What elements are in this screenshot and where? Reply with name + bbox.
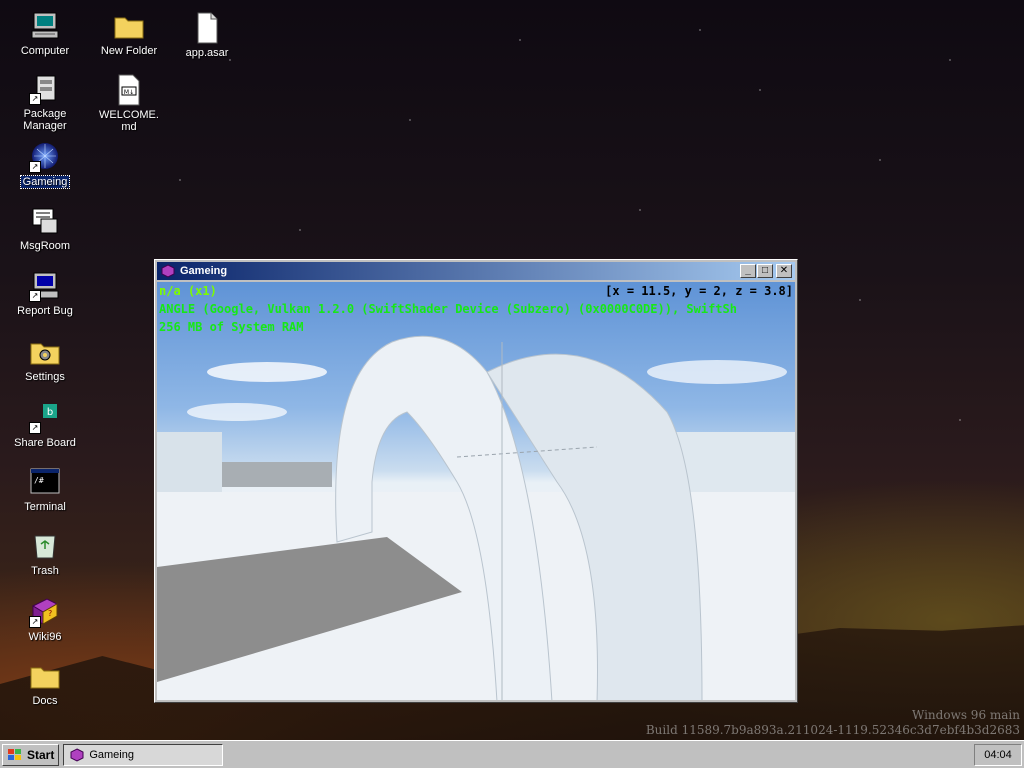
start-button[interactable]: Start xyxy=(2,743,60,766)
desktop-icon-msgroom[interactable]: MsgRoom xyxy=(10,205,80,252)
icon-label: Trash xyxy=(31,565,59,577)
trash-icon xyxy=(29,530,61,562)
desktop-icon-gameing[interactable]: ↗ Gameing xyxy=(10,141,80,189)
desktop-icon-trash[interactable]: Trash xyxy=(10,530,80,577)
icon-label: Computer xyxy=(20,45,70,57)
gameing-window-icon xyxy=(161,264,175,278)
svg-text:b: b xyxy=(47,407,53,418)
icon-label: app.asar xyxy=(185,47,229,59)
package-manager-icon: ↗ xyxy=(29,73,61,105)
share-board-icon: b ↗ xyxy=(29,402,61,434)
hud-coordinates: [x = 11.5, y = 2, z = 3.8] xyxy=(605,284,793,298)
taskbar-item-label: Gameing xyxy=(89,748,134,761)
window-title: Gameing xyxy=(180,265,228,277)
taskbar: Start Gameing 04:04 xyxy=(0,740,1024,768)
icon-label: WELCOME.md xyxy=(99,109,159,133)
shortcut-arrow-icon: ↗ xyxy=(29,161,41,173)
gameing-window[interactable]: Gameing _ □ ✕ n/a (x1) ANGLE (Google, Vu… xyxy=(154,259,798,703)
minimize-button[interactable]: _ xyxy=(740,264,756,278)
desktop-icon-welcome-md[interactable]: M↓ WELCOME.md xyxy=(94,74,164,133)
shortcut-arrow-icon: ↗ xyxy=(29,93,41,105)
desktop-icon-new-folder[interactable]: New Folder xyxy=(94,10,164,57)
build-watermark-line2: Build 11589.7b9a893a.211024-1119.52346c3… xyxy=(645,723,1020,737)
folder-icon xyxy=(29,660,61,692)
icon-label: Wiki96 xyxy=(28,631,62,643)
desktop-icon-package-manager[interactable]: ↗ Package Manager xyxy=(10,73,80,132)
maximize-button[interactable]: □ xyxy=(757,264,773,278)
desktop-icon-settings[interactable]: Settings xyxy=(10,336,80,383)
svg-text:?: ? xyxy=(48,609,52,618)
gameing-icon: ↗ xyxy=(29,141,61,173)
icon-label: New Folder xyxy=(100,45,158,57)
report-bug-icon: ↗ xyxy=(29,270,61,302)
shortcut-arrow-icon: ↗ xyxy=(29,616,41,628)
settings-icon xyxy=(29,336,61,368)
desktop-icon-report-bug[interactable]: ↗ Report Bug xyxy=(10,270,80,317)
markdown-file-icon: M↓ xyxy=(113,74,145,106)
desktop-icon-share-board[interactable]: b ↗ Share Board xyxy=(10,402,80,449)
icon-label: Docs xyxy=(32,695,58,707)
icon-label: Settings xyxy=(25,371,65,383)
icon-label: Package Manager xyxy=(23,108,67,132)
shortcut-arrow-icon: ↗ xyxy=(29,422,41,434)
icon-label: MsgRoom xyxy=(19,240,71,252)
desktop-icon-computer[interactable]: Computer xyxy=(10,10,80,57)
icon-label: Share Board xyxy=(14,437,76,449)
system-tray-clock[interactable]: 04:04 xyxy=(974,743,1022,766)
windows-logo-icon xyxy=(7,747,23,763)
clock-text: 04:04 xyxy=(984,748,1012,761)
svg-text:M↓: M↓ xyxy=(124,89,134,96)
game-scene xyxy=(157,335,795,700)
wiki-icon: ? ↗ xyxy=(29,596,61,628)
hud-gpu-info: ANGLE (Google, Vulkan 1.2.0 (SwiftShader… xyxy=(159,302,737,316)
computer-icon xyxy=(29,10,61,42)
hud-memory: 256 MB of System RAM xyxy=(159,320,304,334)
icon-label: Report Bug xyxy=(17,305,73,317)
game-viewport[interactable]: n/a (x1) ANGLE (Google, Vulkan 1.2.0 (Sw… xyxy=(157,282,795,700)
start-label: Start xyxy=(27,747,55,762)
desktop-icon-wiki96[interactable]: ? ↗ Wiki96 xyxy=(10,596,80,643)
svg-text:/#: /# xyxy=(34,476,44,485)
close-button[interactable]: ✕ xyxy=(776,264,792,278)
shortcut-arrow-icon: ↗ xyxy=(29,290,41,302)
icon-label: Terminal xyxy=(24,501,66,513)
file-icon xyxy=(191,12,223,44)
hud-renderer-mode: n/a (x1) xyxy=(159,284,217,298)
window-titlebar[interactable]: Gameing _ □ ✕ xyxy=(157,262,795,280)
msgroom-icon xyxy=(29,205,61,237)
taskbar-item-gameing[interactable]: Gameing xyxy=(63,743,224,766)
desktop-icon-docs[interactable]: Docs xyxy=(10,660,80,707)
terminal-icon: /# xyxy=(29,466,61,498)
desktop-icon-terminal[interactable]: /# Terminal xyxy=(10,466,80,513)
gameing-taskbar-icon xyxy=(70,747,84,762)
folder-icon xyxy=(113,10,145,42)
icon-label: Gameing xyxy=(19,175,71,189)
build-watermark-line1: Windows 96 main xyxy=(911,708,1020,722)
desktop-icon-app-asar[interactable]: app.asar xyxy=(172,12,242,59)
